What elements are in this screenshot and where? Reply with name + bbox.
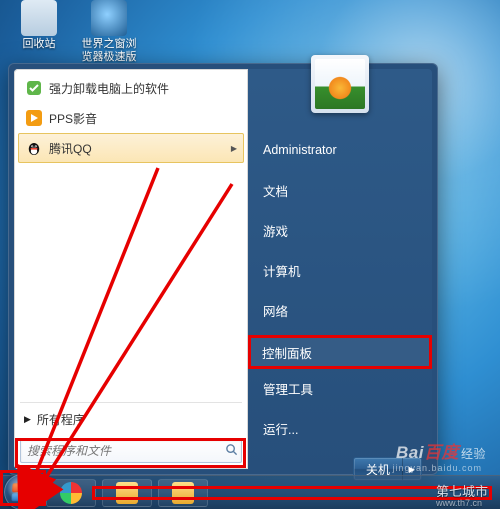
browser-swirl-icon [60, 482, 82, 504]
divider [20, 402, 242, 403]
right-item-admin-tools[interactable]: 管理工具 [248, 373, 432, 403]
program-icon [25, 109, 43, 127]
qq-penguin-icon [25, 139, 43, 157]
desktop-icon-recycle-bin[interactable]: 回收站 [8, 0, 70, 51]
watermark-city: 第七城市www.th7.cn [436, 481, 488, 508]
user-avatar[interactable] [311, 55, 369, 113]
right-item-label: 运行... [263, 419, 298, 438]
program-item-uninstall[interactable]: 强力卸载电脑上的软件 [18, 73, 244, 103]
right-item-label: 网络 [263, 301, 288, 320]
annotation-box-start-orb [0, 470, 46, 506]
program-label: PPS影音 [49, 110, 97, 127]
right-item-games[interactable]: 游戏 [248, 215, 432, 245]
annotation-box-taskbar [92, 486, 492, 500]
watermark-baidu: Bai百度经验 [396, 438, 486, 463]
right-item-documents[interactable]: 文档 [248, 175, 432, 205]
start-menu-programs-list: 强力卸载电脑上的软件 PPS影音 腾讯Q [14, 69, 248, 400]
right-item-administrator[interactable]: Administrator [248, 135, 432, 165]
browser-icon [91, 0, 127, 36]
watermark-baidu-url: jingyan.baidu.com [392, 463, 482, 473]
start-menu-right-pane: Administrator 文档 游戏 计算机 网络 控制面板 管理工具 运行.… [248, 69, 432, 469]
all-programs-button[interactable]: ▶ 所有程序 [14, 405, 248, 433]
right-item-computer[interactable]: 计算机 [248, 255, 432, 285]
right-item-control-panel[interactable]: 控制面板 [248, 335, 432, 369]
right-item-label: Administrator [263, 143, 337, 157]
triangle-right-icon: ▶ [24, 414, 31, 425]
program-item-pps[interactable]: PPS影音 [18, 103, 244, 133]
right-item-label: 控制面板 [262, 343, 312, 362]
annotation-box-search [15, 438, 246, 468]
desktop-icon-label: 世界之窗浏 览器极速版 [82, 38, 137, 63]
right-item-label: 管理工具 [263, 379, 313, 398]
taskbar-item-browser[interactable] [46, 479, 96, 507]
program-label: 强力卸载电脑上的软件 [49, 80, 169, 97]
right-item-label: 游戏 [263, 221, 288, 240]
program-label: 腾讯QQ [49, 140, 92, 157]
right-item-label: 文档 [263, 181, 288, 200]
avatar-image [315, 59, 365, 109]
desktop-icon-browser[interactable]: 世界之窗浏 览器极速版 [78, 0, 140, 64]
all-programs-label: 所有程序 [37, 411, 85, 428]
submenu-arrow-icon: ▶ [231, 144, 237, 153]
right-item-label: 计算机 [263, 261, 301, 280]
start-menu-left-pane: 强力卸载电脑上的软件 PPS影音 腾讯Q [14, 69, 248, 469]
desktop-icon-label: 回收站 [23, 38, 56, 50]
program-icon [25, 79, 43, 97]
start-menu: 强力卸载电脑上的软件 PPS影音 腾讯Q [8, 63, 438, 475]
recycle-bin-icon [21, 0, 57, 36]
program-item-qq[interactable]: 腾讯QQ ▶ [18, 133, 244, 163]
right-item-network[interactable]: 网络 [248, 295, 432, 325]
